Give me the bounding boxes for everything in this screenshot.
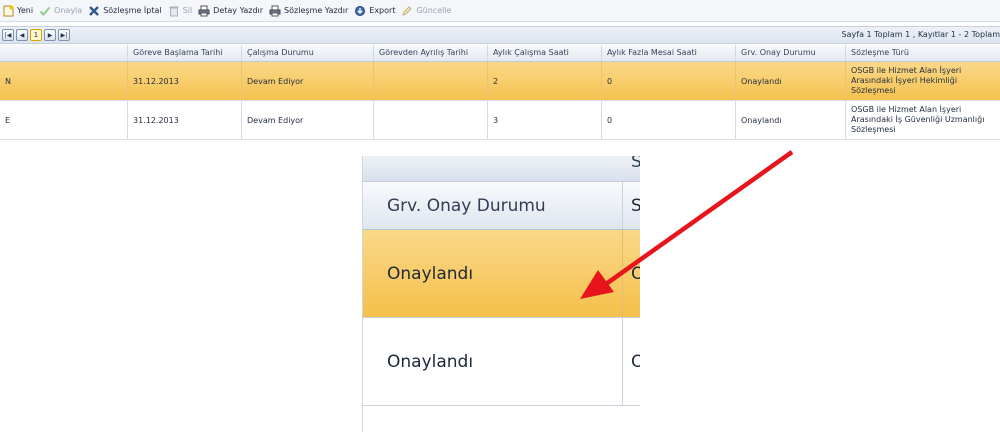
next-page-button[interactable]: ▶ [44, 29, 56, 41]
approve-button[interactable]: Onayla [39, 2, 82, 20]
column-header-approval[interactable]: Grv. Onay Durumu [736, 45, 846, 61]
export-button[interactable]: Export [354, 2, 395, 20]
delete-icon [168, 5, 180, 17]
cell-leave-date [374, 101, 488, 139]
zoom-pager-cut-text: S [631, 156, 640, 172]
column-header-start-date[interactable]: Göreve Başlama Tarihi [128, 45, 242, 61]
cell-leave-date [374, 62, 488, 100]
zoom-header: Grv. Onay Durumu S [363, 182, 640, 230]
cell-monthly-hours: 2 [488, 62, 602, 100]
cell-contract-type: OSGB ile Hizmet Alan İşyeri Arasındaki İ… [851, 66, 962, 95]
zoom-contract-cut: O [623, 230, 640, 317]
toolbar: Yeni Onayla Sözleşme İptal Sil Detay Yaz… [0, 0, 1000, 22]
cross-icon [88, 5, 100, 17]
cell-start-date: 31.12.2013 [128, 62, 242, 100]
prev-page-button[interactable]: ◀ [16, 29, 28, 41]
printer-icon [269, 5, 281, 17]
check-icon [39, 5, 51, 17]
cell-monthly-hours: 3 [488, 101, 602, 139]
table-row[interactable]: N 31.12.2013 Devam Ediyor 2 0 Onaylandı … [0, 62, 1000, 101]
cell-approval: Onaylandı [736, 62, 846, 100]
zoom-header-cut: S [623, 182, 640, 229]
table-row[interactable]: E 31.12.2013 Devam Ediyor 3 0 Onaylandı … [0, 101, 1000, 140]
column-header-monthly-hours[interactable]: Aylık Çalışma Saati [488, 45, 602, 61]
column-header-status[interactable]: Çalışma Durumu [242, 45, 374, 61]
column-header-leave-date[interactable]: Görevden Ayrılış Tarihi [374, 45, 488, 61]
printer-icon [198, 5, 210, 17]
cell-contract-type: OSGB ile Hizmet Alan İşyeri Arasındaki İ… [851, 105, 985, 134]
grid-header: Göreve Başlama Tarihi Çalışma Durumu Gör… [0, 45, 1000, 62]
column-header-contract-type[interactable]: Sözleşme Türü [846, 45, 1000, 61]
pager-info: Sayfa 1 Toplam 1 , Kayıtlar 1 - 2 Toplam [841, 30, 1000, 39]
last-page-icon: ▶| [60, 31, 68, 39]
cell-start-date: 31.12.2013 [128, 101, 242, 139]
cancel-contract-button[interactable]: Sözleşme İptal [88, 2, 162, 20]
column-header-overtime[interactable]: Aylık Fazla Mesai Saati [602, 45, 736, 61]
cell-name: E [0, 101, 128, 139]
zoom-inset: S Grv. Onay Durumu S Onaylandı O Onaylan… [362, 156, 640, 432]
zoom-approval-value: Onaylandı [363, 230, 623, 317]
zoom-header-approval: Grv. Onay Durumu [363, 182, 623, 229]
cell-status: Devam Ediyor [242, 101, 374, 139]
cell-overtime: 0 [602, 62, 736, 100]
print-contract-button[interactable]: Sözleşme Yazdır [269, 2, 348, 20]
zoom-contract-cut: O [623, 318, 640, 405]
first-page-button[interactable]: |◀ [2, 29, 14, 41]
update-button[interactable]: Güncelle [401, 2, 451, 20]
export-icon [354, 5, 366, 17]
cell-name: N [0, 62, 128, 100]
zoom-row: Onaylandı O [363, 318, 640, 406]
print-detail-button[interactable]: Detay Yazdır [198, 2, 263, 20]
cell-status: Devam Ediyor [242, 62, 374, 100]
new-button[interactable]: Yeni [2, 2, 33, 20]
prev-page-icon: ◀ [19, 31, 25, 39]
next-page-icon: ▶ [47, 31, 53, 39]
column-header-name[interactable] [0, 45, 128, 61]
zoom-row-selected: Onaylandı O [363, 230, 640, 318]
last-page-button[interactable]: ▶| [58, 29, 70, 41]
contracts-grid: Göreve Başlama Tarihi Çalışma Durumu Gör… [0, 45, 1000, 140]
delete-button[interactable]: Sil [168, 2, 192, 20]
edit-icon [401, 5, 413, 17]
zoom-approval-value: Onaylandı [363, 318, 623, 405]
pager-bar: |◀ ◀ 1 ▶ ▶| Sayfa 1 Toplam 1 , Kayıtlar … [0, 26, 1000, 44]
first-page-icon: |◀ [4, 31, 12, 39]
cell-approval: Onaylandı [736, 101, 846, 139]
new-document-icon [2, 5, 14, 17]
current-page-indicator[interactable]: 1 [30, 29, 42, 41]
zoom-pager-strip: S [363, 156, 640, 182]
cell-overtime: 0 [602, 101, 736, 139]
